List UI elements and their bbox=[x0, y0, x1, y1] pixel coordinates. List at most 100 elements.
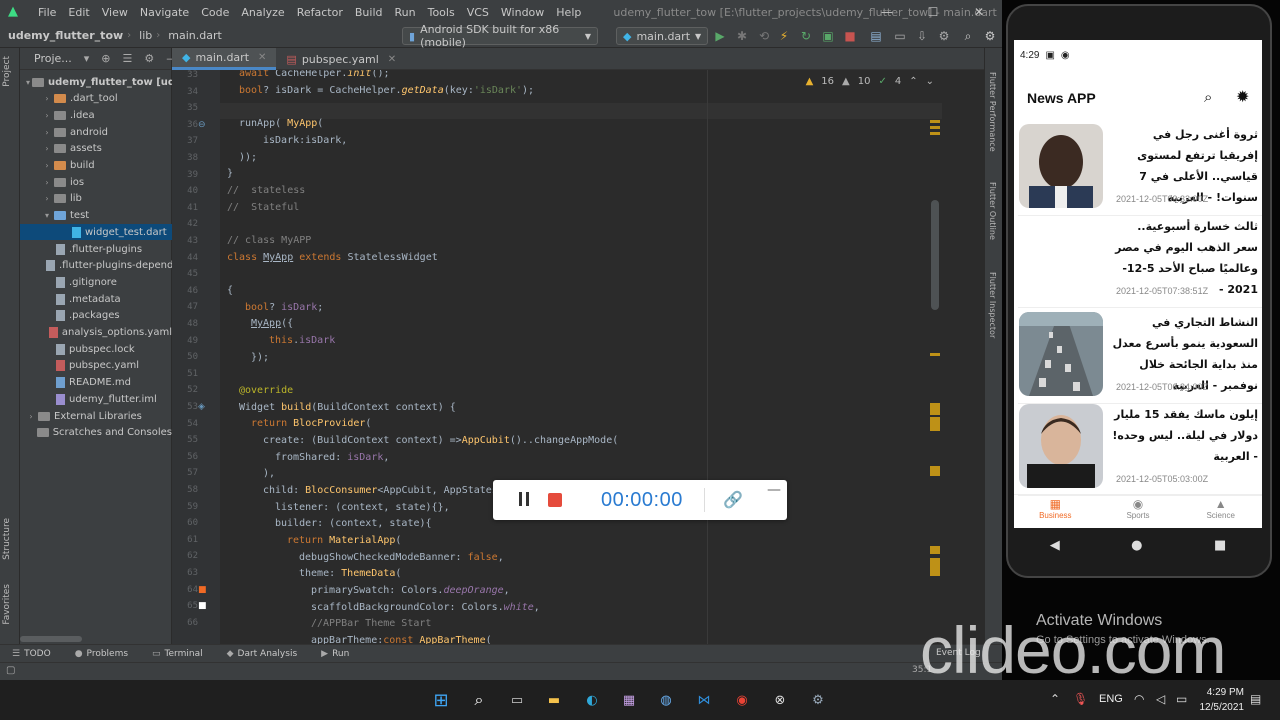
run-config-selector[interactable]: ◆ main.dart ▼ bbox=[616, 27, 708, 45]
tree-item[interactable]: ▾ test bbox=[20, 208, 172, 224]
tree-item[interactable]: .packages bbox=[20, 308, 172, 324]
chevron-up-icon[interactable]: ⌃ bbox=[1050, 692, 1060, 706]
store-icon[interactable]: ▦ bbox=[617, 688, 641, 712]
color-swatch-icon[interactable]: ■ bbox=[198, 601, 207, 611]
tree-item[interactable]: › android bbox=[20, 124, 172, 140]
hot-restart-icon[interactable]: ↻ bbox=[798, 28, 814, 44]
chrome-icon[interactable]: ◉ bbox=[730, 688, 754, 712]
tree-item[interactable]: pubspec.yaml bbox=[20, 358, 172, 374]
bottom-nav-business[interactable]: ▦ Business bbox=[1014, 495, 1097, 528]
tool-tab-todo[interactable]: ☰ TODO bbox=[0, 649, 63, 659]
article-card[interactable]: إيلون ماسك يفقد 15 مليار دولار في ليلة..… bbox=[1018, 402, 1262, 496]
tree-item[interactable]: › .dart_tool bbox=[20, 91, 172, 107]
chevron-down-icon[interactable]: ▾ bbox=[84, 52, 90, 65]
expand-arrow-icon[interactable]: › bbox=[42, 194, 52, 203]
notifications-icon[interactable]: ▤ bbox=[1250, 692, 1261, 706]
tree-item[interactable]: › ios bbox=[20, 174, 172, 190]
tree-item[interactable]: › External Libraries bbox=[20, 408, 172, 424]
code-editor[interactable]: await CacheHelper.init(); bool? isDark =… bbox=[220, 70, 942, 644]
layout-toggle-icon[interactable]: ▢ bbox=[6, 665, 15, 676]
project-tool-tab[interactable]: Project bbox=[2, 56, 12, 87]
expand-arrow-icon[interactable]: › bbox=[42, 94, 52, 103]
breadcrumb-project[interactable]: udemy_flutter_tow bbox=[0, 29, 127, 42]
expand-arrow-icon[interactable]: › bbox=[26, 412, 36, 421]
menu-item-edit[interactable]: Edit bbox=[62, 6, 95, 19]
search-icon[interactable]: ⌕ bbox=[960, 28, 976, 44]
menu-item-view[interactable]: View bbox=[96, 6, 134, 19]
tree-item[interactable]: README.md bbox=[20, 375, 172, 391]
tree-item[interactable]: ▾ udemy_flutter_tow [udemy bbox=[20, 74, 172, 90]
windows-start-icon[interactable]: ⊞ bbox=[429, 688, 453, 712]
project-panel-title[interactable]: Proje... bbox=[20, 52, 72, 65]
minimize-icon[interactable]: — bbox=[864, 0, 910, 24]
menu-item-file[interactable]: File bbox=[32, 6, 62, 19]
inspection-widget[interactable]: ▲ 16 ▲ 10 ✓ 4 ⌃ ⌄ bbox=[806, 76, 934, 87]
expand-arrow-icon[interactable]: ▾ bbox=[42, 211, 52, 220]
close-icon[interactable]: ✕ bbox=[956, 0, 1002, 24]
menu-item-window[interactable]: Window bbox=[495, 6, 550, 19]
favorites-tool-tab[interactable]: Favorites bbox=[2, 584, 12, 625]
wifi-icon[interactable]: ◠ bbox=[1134, 692, 1144, 706]
fold-icon[interactable]: ⊖ bbox=[198, 120, 206, 130]
error-stripe[interactable] bbox=[928, 70, 942, 644]
menu-item-code[interactable]: Code bbox=[195, 6, 235, 19]
flutter-outline-tab[interactable]: Flutter Outline bbox=[988, 182, 997, 240]
tool-tab-terminal[interactable]: ▭ Terminal bbox=[140, 649, 215, 659]
expand-arrow-icon[interactable]: › bbox=[42, 178, 52, 187]
sdk-icon[interactable]: ▣ bbox=[820, 28, 836, 44]
expand-arrow-icon[interactable]: ▾ bbox=[26, 78, 30, 87]
tree-item[interactable]: › .idea bbox=[20, 107, 172, 123]
tree-item[interactable]: widget_test.dart bbox=[20, 224, 172, 241]
sdk-manager-icon[interactable]: ⇩ bbox=[914, 28, 930, 44]
tree-item[interactable]: › assets bbox=[20, 141, 172, 157]
volume-icon[interactable]: ◁ bbox=[1156, 692, 1165, 706]
hot-reload-icon[interactable]: ⚡ bbox=[776, 28, 792, 44]
brightness-icon[interactable]: ✹ bbox=[1236, 87, 1249, 106]
article-card[interactable]: ثالث خسارة أسبوعية.. سعر الذهب اليوم في … bbox=[1018, 214, 1262, 308]
locate-icon[interactable]: ⊕ bbox=[101, 52, 110, 65]
bottom-nav-sports[interactable]: ◉ Sports bbox=[1097, 495, 1180, 528]
app-icon[interactable]: ⊗ bbox=[768, 688, 792, 712]
menu-item-tools[interactable]: Tools bbox=[422, 6, 461, 19]
language-indicator[interactable]: ENG bbox=[1099, 693, 1123, 705]
expand-arrow-icon[interactable]: › bbox=[42, 111, 52, 120]
tree-item[interactable]: › build bbox=[20, 158, 172, 174]
menu-item-analyze[interactable]: Analyze bbox=[235, 6, 290, 19]
menu-item-run[interactable]: Run bbox=[389, 6, 422, 19]
structure-tool-tab[interactable]: Structure bbox=[2, 518, 12, 560]
menu-item-vcs[interactable]: VCS bbox=[461, 6, 495, 19]
maximize-icon[interactable]: ☐ bbox=[910, 0, 956, 24]
tree-item[interactable]: › lib bbox=[20, 191, 172, 207]
flutter-inspector-tab[interactable]: Flutter Inspector bbox=[988, 272, 997, 338]
tool-tab-problems[interactable]: ● Problems bbox=[63, 649, 140, 659]
settings-icon[interactable]: ⚙ bbox=[982, 28, 998, 44]
search-icon[interactable]: ⌕ bbox=[467, 688, 491, 712]
tree-item[interactable]: pubspec.lock bbox=[20, 341, 172, 357]
tree-item[interactable]: .flutter-plugins bbox=[20, 241, 172, 257]
pause-icon[interactable] bbox=[519, 492, 531, 508]
recents-icon[interactable]: ■ bbox=[1214, 538, 1226, 553]
tool-tab-dart-analysis[interactable]: ◆ Dart Analysis bbox=[215, 649, 310, 659]
settings-icon[interactable]: ⚙ bbox=[806, 688, 830, 712]
search-icon[interactable]: ⌕ bbox=[1204, 88, 1212, 106]
device-manager-icon[interactable]: ▭ bbox=[892, 28, 908, 44]
tree-item[interactable]: .gitignore bbox=[20, 274, 172, 290]
collapse-icon[interactable]: ☰ bbox=[123, 52, 133, 65]
expand-arrow-icon[interactable]: › bbox=[42, 144, 52, 153]
tree-item[interactable]: .metadata bbox=[20, 291, 172, 307]
menu-item-help[interactable]: Help bbox=[550, 6, 587, 19]
edge-icon[interactable]: ◐ bbox=[580, 688, 604, 712]
link-icon[interactable]: 🔗 bbox=[723, 490, 743, 509]
clock[interactable]: 4:29 PM 12/5/2021 bbox=[1190, 685, 1245, 715]
menu-item-navigate[interactable]: Navigate bbox=[134, 6, 195, 19]
close-tab-icon[interactable]: ✕ bbox=[258, 52, 266, 63]
tab-main-dart[interactable]: ◆ main.dart ✕ bbox=[172, 48, 277, 70]
horizontal-scrollbar[interactable] bbox=[20, 636, 82, 642]
tree-item[interactable]: analysis_options.yaml bbox=[20, 325, 172, 341]
device-selector[interactable]: ▮ Android SDK built for x86 (mobile) ▼ bbox=[402, 23, 598, 49]
article-card[interactable]: ثروة أغنى رجل في إفريقيا ترتفع لمستوى قي… bbox=[1018, 122, 1262, 216]
tree-item[interactable]: .flutter-plugins-depend bbox=[20, 258, 172, 274]
app-icon[interactable]: ◍ bbox=[654, 688, 678, 712]
stop-record-button[interactable] bbox=[548, 493, 562, 507]
microphone-icon[interactable]: 🎙 bbox=[1073, 692, 1088, 706]
